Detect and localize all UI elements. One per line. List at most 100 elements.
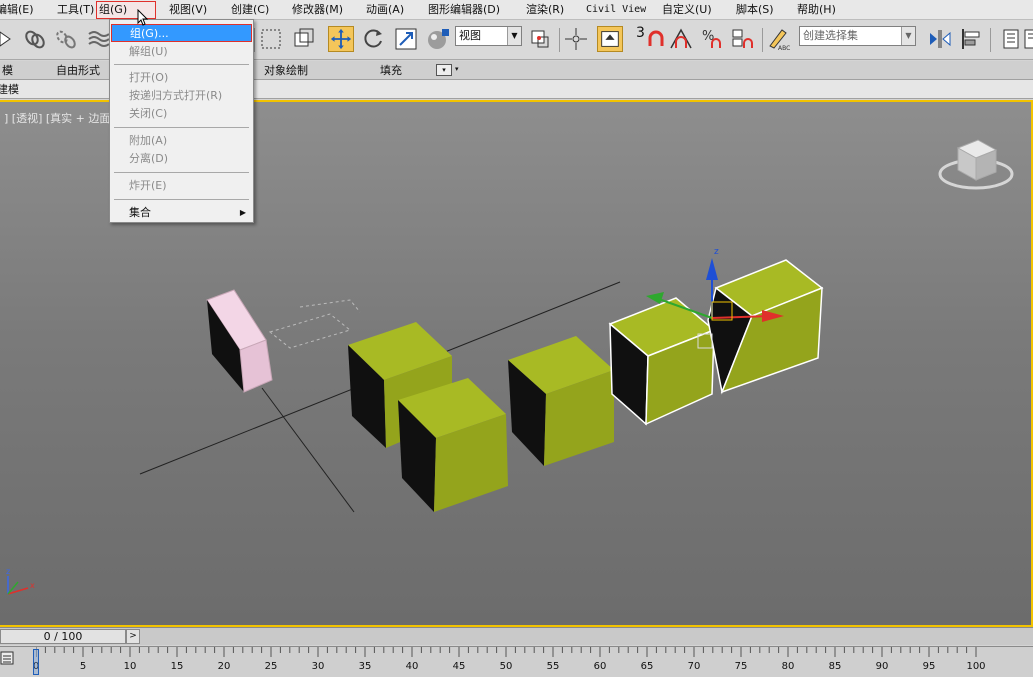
ribbon-options-icon[interactable]: ▾: [436, 64, 452, 76]
chevron-down-icon: ▼: [901, 27, 915, 45]
menu-views[interactable]: 视图(V): [169, 2, 207, 18]
menu-civil-view[interactable]: Civil View: [586, 2, 646, 18]
menu-rendering[interactable]: 渲染(R): [526, 2, 564, 18]
svg-text:z: z: [714, 247, 719, 257]
align-icon[interactable]: [958, 26, 984, 52]
track-tick-label: 75: [734, 661, 748, 672]
ghost-box-outline: [268, 299, 361, 349]
menu-tools[interactable]: 工具(T): [57, 2, 94, 18]
named-selection-set-dropdown[interactable]: 创建选择集 ▼: [799, 26, 916, 46]
toolbar-separator: [990, 28, 991, 52]
unlink-icon[interactable]: [53, 26, 79, 52]
rect-select-region-icon[interactable]: [258, 26, 284, 52]
track-tick-label: 35: [358, 661, 372, 672]
tab-modeling[interactable]: 模: [2, 63, 13, 78]
track-tick-label: 80: [781, 661, 795, 672]
track-tick-label: 95: [922, 661, 936, 672]
menu-item-ungroup[interactable]: 解组(U): [111, 43, 252, 61]
track-tick-label: 5: [79, 661, 87, 672]
track-tick-label: 45: [452, 661, 466, 672]
time-slider-next-button[interactable]: >: [126, 629, 140, 644]
submenu-arrow-icon: ▶: [239, 208, 246, 217]
menu-animation[interactable]: 动画(A): [366, 2, 404, 18]
menu-item-detach[interactable]: 分离(D): [111, 150, 252, 168]
move-icon[interactable]: [328, 26, 354, 52]
tab-freeform[interactable]: 自由形式: [56, 63, 100, 78]
current-frame-marker[interactable]: [33, 649, 39, 675]
toolbar-separator: [559, 28, 560, 52]
track-tick-label: 30: [311, 661, 325, 672]
svg-text:ABC: ABC: [778, 45, 790, 52]
menu-customize[interactable]: 自定义(U): [662, 2, 712, 18]
ribbon-panel-modeling[interactable]: 建模: [0, 82, 19, 97]
menu-separator: [114, 172, 249, 173]
rotate-icon[interactable]: [360, 26, 386, 52]
coordinate-system-dropdown[interactable]: 视图 ▼: [455, 26, 522, 46]
scale-icon[interactable]: [393, 26, 419, 52]
track-tick-label: 70: [687, 661, 701, 672]
window-crossing-icon[interactable]: [291, 26, 317, 52]
green-box-5-selected[interactable]: [707, 259, 824, 395]
toolbar-separator: [762, 28, 763, 52]
menu-separator: [114, 64, 249, 65]
tab-object-paint[interactable]: 对象绘制: [264, 63, 308, 78]
app-window: 编辑(E) 工具(T) 组(G) 视图(V) 创建(C) 修改器(M) 动画(A…: [0, 0, 1033, 677]
menu-item-open-recursively[interactable]: 按递归方式打开(R): [111, 87, 252, 105]
chevron-down-icon[interactable]: ▾: [455, 65, 459, 73]
svg-text:x: x: [30, 581, 35, 590]
snaps-toggle-icon[interactable]: [644, 26, 670, 52]
layer-explorer-icon[interactable]: [998, 26, 1024, 52]
view-cube[interactable]: [938, 139, 1014, 190]
menu-scripting[interactable]: 脚本(S): [736, 2, 774, 18]
menu-item-attach[interactable]: 附加(A): [111, 132, 252, 150]
named-selection-set-placeholder: 创建选择集: [803, 29, 858, 42]
mouse-cursor-icon: [137, 9, 149, 26]
menu-separator: [114, 127, 249, 128]
time-slider-thumb[interactable]: 0 / 100: [0, 629, 126, 644]
menu-item-close[interactable]: 关闭(C): [111, 105, 252, 123]
track-tick-label: 15: [170, 661, 184, 672]
percent-snap-icon[interactable]: %: [700, 26, 726, 52]
menu-item-explode[interactable]: 炸开(E): [111, 177, 252, 195]
menu-item-open[interactable]: 打开(O): [111, 69, 252, 87]
track-tick-label: 20: [217, 661, 231, 672]
menu-edit[interactable]: 编辑(E): [0, 2, 34, 18]
toolbar-separator: [254, 28, 255, 52]
track-tick-label: 100: [966, 661, 986, 672]
select-manipulate-icon[interactable]: [563, 26, 589, 52]
menu-item-assembly[interactable]: 集合 ▶: [111, 204, 252, 222]
track-tick-label: 65: [640, 661, 654, 672]
angle-snap-icon[interactable]: [668, 26, 694, 52]
menu-help[interactable]: 帮助(H): [797, 2, 836, 18]
spinner-snap-icon[interactable]: [730, 26, 756, 52]
curve-editor-icon[interactable]: [0, 651, 14, 665]
menu-graph-editors[interactable]: 图形编辑器(D): [428, 2, 500, 18]
green-box-3[interactable]: [508, 336, 614, 466]
toggle-ribbon-icon[interactable]: [1022, 26, 1033, 52]
track-bar[interactable]: 0 5 10 15 20 25 30 35 40 45 50 55 60 65 70 75 80 85 90 95 10…: [0, 646, 1033, 677]
track-tick-label: 85: [828, 661, 842, 672]
keyboard-shortcut-override-icon[interactable]: [597, 26, 623, 52]
reference-coordinate-icon[interactable]: [425, 26, 451, 52]
track-tick-label: 10: [123, 661, 137, 672]
menu-modifiers[interactable]: 修改器(M): [292, 2, 343, 18]
tab-populate[interactable]: 填充: [380, 63, 402, 78]
mirror-icon[interactable]: [927, 26, 953, 52]
time-slider[interactable]: 0 / 100 >: [0, 627, 1033, 645]
green-box-2[interactable]: [398, 378, 508, 512]
menu-create[interactable]: 创建(C): [231, 2, 269, 18]
track-tick-label: 50: [499, 661, 513, 672]
green-box-4-selected[interactable]: [608, 297, 716, 426]
pivot-center-icon[interactable]: [527, 26, 553, 52]
undo-icon[interactable]: [0, 26, 20, 52]
edit-named-selection-icon[interactable]: ABC: [766, 26, 792, 52]
viewport-label[interactable]: ] [透视] [真实 + 边面: [4, 110, 110, 126]
menu-item-group[interactable]: 组(G)...: [111, 24, 252, 42]
world-axis-tripod: z x: [6, 567, 35, 595]
pink-slab-box[interactable]: [206, 289, 273, 393]
track-tick-label: 25: [264, 661, 278, 672]
track-tick-label: 55: [546, 661, 560, 672]
menu-separator: [114, 199, 249, 200]
link-icon[interactable]: [22, 26, 48, 52]
track-tick-label: 40: [405, 661, 419, 672]
